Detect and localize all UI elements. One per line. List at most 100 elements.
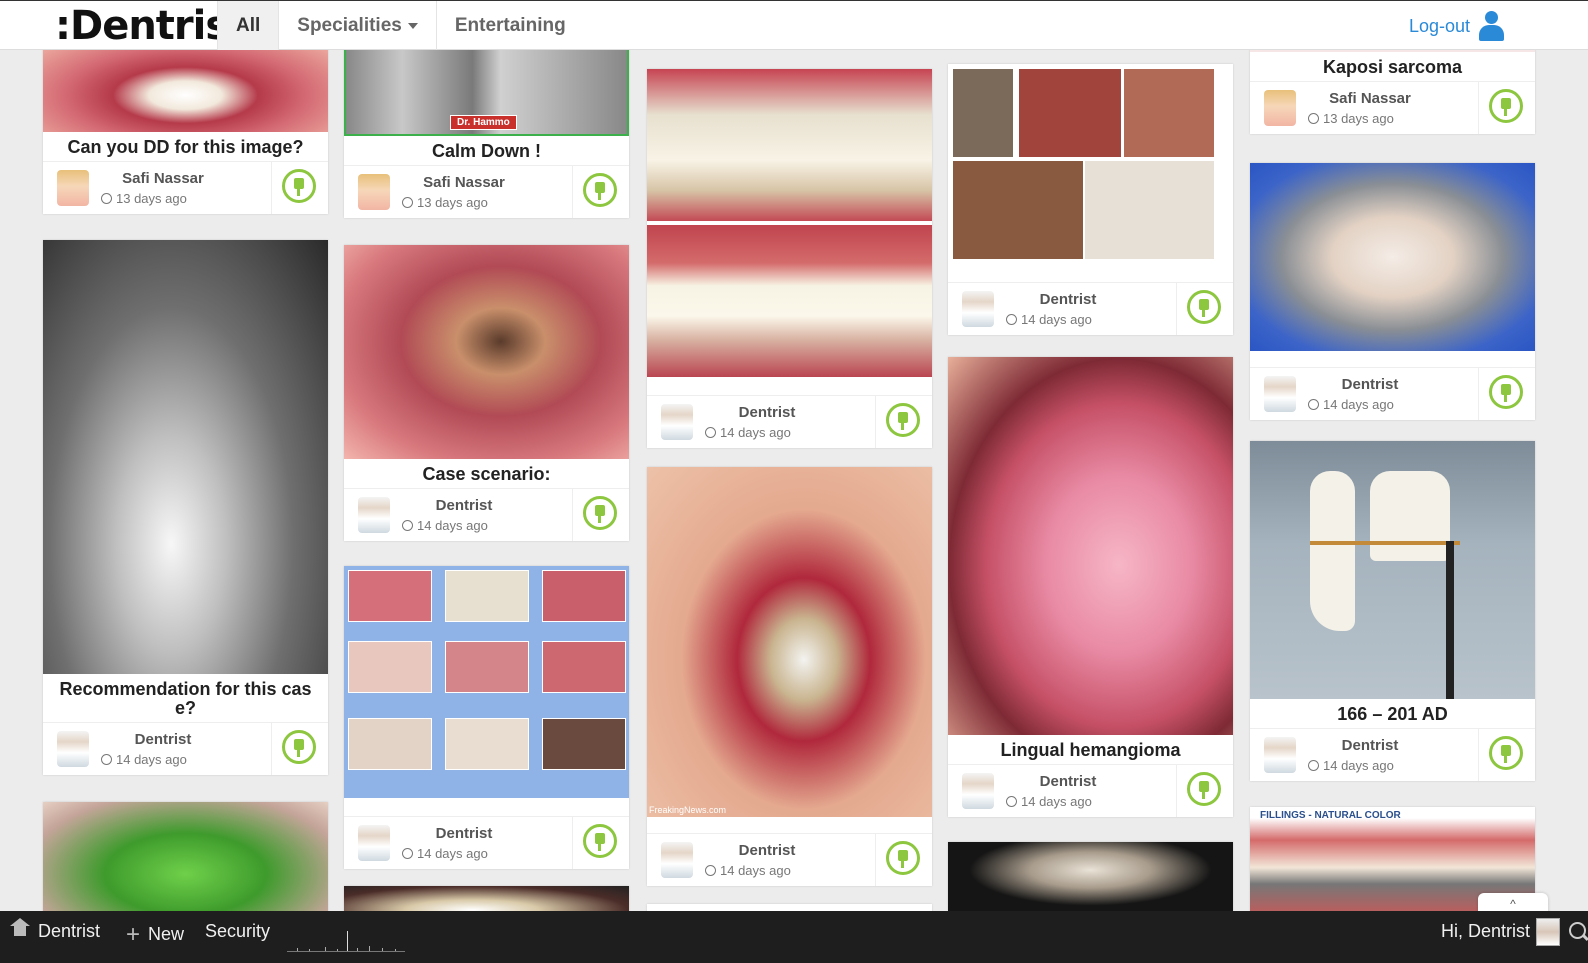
post-time-label: 14 days ago bbox=[116, 752, 187, 767]
post-title[interactable]: 166 – 201 AD bbox=[1250, 699, 1535, 728]
post-image[interactable] bbox=[43, 802, 328, 922]
nav-all[interactable]: All bbox=[217, 1, 280, 50]
admin-security-label: Security bbox=[205, 921, 271, 941]
post-card[interactable]: Dentrist 14 days ago bbox=[1250, 163, 1535, 420]
avatar[interactable] bbox=[1264, 737, 1296, 773]
search-icon[interactable] bbox=[1569, 922, 1586, 939]
avatar[interactable] bbox=[1536, 918, 1560, 946]
post-card[interactable]: Dentrist 14 days ago bbox=[948, 64, 1233, 335]
pin-area bbox=[1176, 283, 1233, 335]
greeting[interactable]: Hi, Dentrist bbox=[1441, 921, 1530, 942]
author-name[interactable]: Safi Nassar bbox=[103, 170, 223, 187]
pin-button[interactable] bbox=[282, 169, 316, 203]
pin-button[interactable] bbox=[1489, 89, 1523, 123]
home-icon bbox=[10, 918, 30, 938]
main-nav: All Specialities Entertaining bbox=[217, 1, 584, 50]
admin-new-link[interactable]: + New bbox=[126, 921, 184, 949]
avatar[interactable] bbox=[57, 170, 89, 206]
avatar[interactable] bbox=[1264, 376, 1296, 412]
pin-button[interactable] bbox=[583, 173, 617, 207]
post-image[interactable] bbox=[647, 69, 932, 221]
post-image[interactable] bbox=[948, 357, 1233, 735]
post-image[interactable] bbox=[948, 842, 1233, 912]
post-title[interactable]: Recommendation for this cas e? bbox=[43, 674, 328, 722]
author-name[interactable]: Safi Nassar bbox=[1310, 90, 1430, 107]
post-card[interactable] bbox=[43, 802, 328, 922]
post-image[interactable] bbox=[43, 40, 328, 132]
admin-security-link[interactable]: Security bbox=[205, 921, 270, 942]
post-time-label: 14 days ago bbox=[720, 863, 791, 878]
chevron-up-icon: ^ bbox=[1510, 897, 1516, 911]
post-title[interactable]: Can you DD for this image? bbox=[43, 132, 328, 161]
avatar[interactable] bbox=[661, 404, 693, 440]
author-name[interactable]: Dentrist bbox=[404, 497, 524, 514]
post-card[interactable]: FreakingNews.com Dentrist 14 days ago bbox=[647, 467, 932, 886]
post-image[interactable]: Dr. Hammo bbox=[344, 44, 629, 136]
post-meta: Safi Nassar 13 days ago bbox=[344, 165, 629, 218]
author-name[interactable]: Dentrist bbox=[1310, 737, 1430, 754]
pin-button[interactable] bbox=[282, 730, 316, 764]
post-image[interactable] bbox=[1250, 163, 1535, 351]
post-meta: Dentrist 14 days ago bbox=[1250, 367, 1535, 420]
author-name[interactable]: Dentrist bbox=[1310, 376, 1430, 393]
post-card[interactable]: 166 – 201 AD Dentrist 14 days ago bbox=[1250, 441, 1535, 781]
post-card[interactable]: Dr. Hammo Calm Down ! Safi Nassar 13 day… bbox=[344, 44, 629, 218]
pin-button[interactable] bbox=[1187, 772, 1221, 806]
pin-button[interactable] bbox=[583, 824, 617, 858]
post-image[interactable] bbox=[344, 566, 629, 798]
avatar[interactable] bbox=[1264, 90, 1296, 126]
avatar[interactable] bbox=[962, 291, 994, 327]
post-title[interactable]: Kaposi sarcoma bbox=[1250, 52, 1535, 81]
post-card[interactable]: Dentrist 14 days ago bbox=[647, 69, 932, 448]
post-image-2[interactable] bbox=[647, 225, 932, 377]
post-time-label: 14 days ago bbox=[1323, 397, 1394, 412]
post-title[interactable]: Case scenario: bbox=[344, 459, 629, 488]
author-name[interactable]: Dentrist bbox=[1008, 291, 1128, 308]
post-image[interactable]: FreakingNews.com bbox=[647, 467, 932, 817]
nav-specialities[interactable]: Specialities bbox=[279, 1, 437, 50]
pin-area bbox=[1478, 729, 1535, 781]
pin-button[interactable] bbox=[1489, 375, 1523, 409]
admin-home-link[interactable]: Dentrist bbox=[10, 918, 100, 942]
nav-entertaining[interactable]: Entertaining bbox=[437, 1, 584, 50]
avatar[interactable] bbox=[57, 731, 89, 767]
pin-button[interactable] bbox=[886, 841, 920, 875]
pin-button[interactable] bbox=[583, 496, 617, 530]
avatar[interactable] bbox=[962, 773, 994, 809]
avatar[interactable] bbox=[358, 497, 390, 533]
post-image[interactable] bbox=[1250, 441, 1535, 699]
post-card[interactable]: Case scenario: Dentrist 14 days ago bbox=[344, 245, 629, 541]
post-title[interactable]: Calm Down ! bbox=[344, 136, 629, 165]
pin-area bbox=[271, 162, 328, 214]
pin-button[interactable] bbox=[886, 403, 920, 437]
post-image[interactable] bbox=[948, 64, 1233, 266]
avatar[interactable] bbox=[358, 174, 390, 210]
author-name[interactable]: Safi Nassar bbox=[404, 174, 524, 191]
pin-button[interactable] bbox=[1489, 736, 1523, 770]
post-title[interactable]: Lingual hemangioma bbox=[948, 735, 1233, 764]
post-meta: Dentrist 14 days ago bbox=[948, 282, 1233, 335]
avatar[interactable] bbox=[661, 842, 693, 878]
post-card[interactable] bbox=[948, 842, 1233, 912]
post-card[interactable]: Kaposi sarcoma Safi Nassar 13 days ago bbox=[1250, 44, 1535, 134]
post-meta: Dentrist 14 days ago bbox=[647, 833, 932, 886]
author-name[interactable]: Dentrist bbox=[707, 842, 827, 859]
post-card[interactable]: Lingual hemangioma Dentrist 14 days ago bbox=[948, 357, 1233, 817]
pin-button[interactable] bbox=[1187, 290, 1221, 324]
post-card[interactable]: Dentrist 14 days ago bbox=[344, 566, 629, 869]
author-name[interactable]: Dentrist bbox=[404, 825, 524, 842]
post-card[interactable]: Recommendation for this cas e? Dentrist … bbox=[43, 240, 328, 775]
post-meta: Dentrist 14 days ago bbox=[344, 816, 629, 869]
clock-icon bbox=[1308, 399, 1319, 410]
author-name[interactable]: Dentrist bbox=[707, 404, 827, 421]
post-image[interactable] bbox=[43, 240, 328, 674]
author-name[interactable]: Dentrist bbox=[103, 731, 223, 748]
logout-link[interactable]: Log-out bbox=[1409, 11, 1504, 41]
author-name[interactable]: Dentrist bbox=[1008, 773, 1128, 790]
post-time-label: 13 days ago bbox=[116, 191, 187, 206]
post-image[interactable] bbox=[344, 245, 629, 459]
avatar[interactable] bbox=[358, 825, 390, 861]
post-card[interactable]: Can you DD for this image? Safi Nassar 1… bbox=[43, 40, 328, 214]
activity-sparkline bbox=[287, 931, 405, 952]
pin-area bbox=[271, 723, 328, 775]
